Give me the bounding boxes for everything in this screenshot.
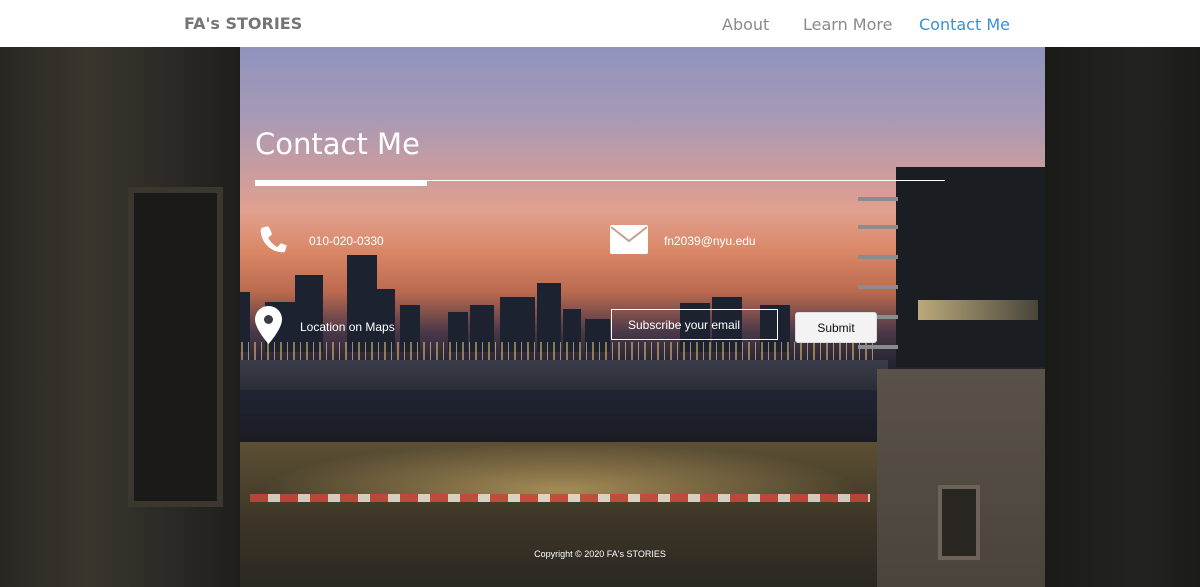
nav-link-contact-me[interactable]: Contact Me	[919, 15, 1010, 34]
map-pin-icon	[255, 306, 282, 344]
email-address-text: fn2039@nyu.edu	[664, 234, 756, 248]
location-maps-link[interactable]: Location on Maps	[300, 320, 395, 334]
nav-link-learn-more[interactable]: Learn More	[803, 15, 892, 34]
brand-logo-link[interactable]: FA's STORIES	[184, 14, 302, 33]
contact-section: Contact Me 010-020-0330 fn2039@nyu.edu L…	[0, 0, 1200, 587]
title-divider-accent	[255, 181, 427, 186]
mail-icon	[610, 225, 648, 254]
top-navbar: FA's STORIES About Learn More Contact Me	[0, 0, 1200, 47]
phone-icon	[255, 220, 293, 258]
footer-copyright: Copyright © 2020 FA's STORIES	[534, 549, 666, 559]
nav-link-about[interactable]: About	[722, 15, 769, 34]
page-title: Contact Me	[255, 127, 420, 161]
submit-button[interactable]: Submit	[795, 312, 877, 343]
subscribe-email-input[interactable]	[611, 309, 778, 340]
phone-number-text: 010-020-0330	[309, 234, 384, 248]
